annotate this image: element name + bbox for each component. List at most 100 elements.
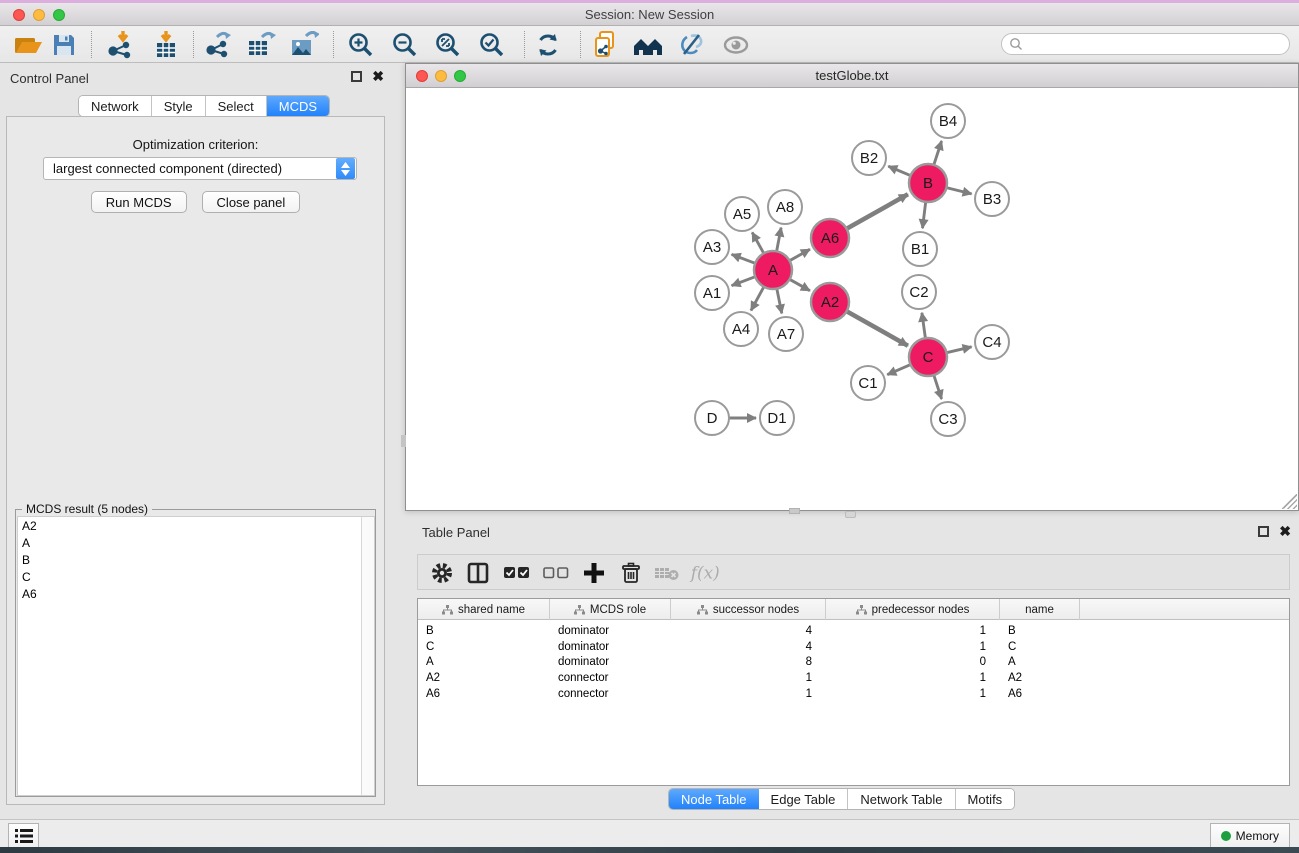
edge-A-A8[interactable] <box>777 228 782 252</box>
first-neighbors-icon[interactable] <box>631 29 665 60</box>
column-header-name[interactable]: name <box>1000 599 1080 620</box>
edge-B-B2[interactable] <box>888 166 910 175</box>
edge-A-A7[interactable] <box>777 289 782 314</box>
edge-C-C1[interactable] <box>887 365 910 375</box>
edge-A-A6[interactable] <box>790 249 810 260</box>
tab-network[interactable]: Network <box>79 96 152 116</box>
tab-edge-table[interactable]: Edge Table <box>759 789 849 809</box>
network-canvas[interactable]: AA1A2A3A4A5A6A7A8BB1B2B3B4CC1C2C3C4DD1 <box>406 89 1298 510</box>
minimize-window-button[interactable] <box>33 9 45 21</box>
edge-C-C3[interactable] <box>934 375 942 399</box>
node-C1[interactable]: C1 <box>851 366 885 400</box>
node-A6[interactable]: A6 <box>811 219 849 257</box>
search-input[interactable] <box>1023 35 1289 53</box>
edge-A-A2[interactable] <box>790 279 810 290</box>
close-panel-button[interactable]: Close panel <box>202 191 301 213</box>
node-C3[interactable]: C3 <box>931 402 965 436</box>
edge-A-A4[interactable] <box>751 287 764 311</box>
select-all-rows-icon[interactable] <box>501 558 533 588</box>
node-C4[interactable]: C4 <box>975 325 1009 359</box>
export-table-icon[interactable] <box>244 29 278 60</box>
split-table-view-icon[interactable] <box>462 558 494 588</box>
network-minimize-button[interactable] <box>435 70 447 82</box>
node-B3[interactable]: B3 <box>975 182 1009 216</box>
column-header-successor-nodes[interactable]: successor nodes <box>671 599 826 620</box>
close-table-panel-icon[interactable]: ✖ <box>1279 526 1291 537</box>
edge-B-B4[interactable] <box>934 141 942 165</box>
network-window-titlebar[interactable]: testGlobe.txt <box>406 64 1298 88</box>
tab-node-table[interactable]: Node Table <box>669 789 759 809</box>
node-D1[interactable]: D1 <box>760 401 794 435</box>
import-table-icon[interactable] <box>149 29 183 60</box>
list-scrollbar[interactable] <box>361 517 374 795</box>
node-table[interactable]: shared nameMCDS rolesuccessor nodesprede… <box>417 598 1290 786</box>
edge-A-A1[interactable] <box>732 277 756 286</box>
zoom-window-button[interactable] <box>53 9 65 21</box>
zoom-out-icon[interactable] <box>388 29 422 60</box>
edge-B-B1[interactable] <box>923 202 926 228</box>
table-row-A[interactable]: Adominator80A <box>418 654 1289 670</box>
tab-style[interactable]: Style <box>152 96 206 116</box>
split-pane-divider-handle[interactable] <box>845 511 856 518</box>
table-settings-gear-icon[interactable] <box>426 558 458 588</box>
zoom-in-icon[interactable] <box>344 29 378 60</box>
node-B2[interactable]: B2 <box>852 141 886 175</box>
node-A7[interactable]: A7 <box>769 317 803 351</box>
new-network-from-selection-icon[interactable] <box>588 29 622 60</box>
mcds-result-item[interactable]: A <box>18 534 374 551</box>
node-B1[interactable]: B1 <box>903 232 937 266</box>
mcds-result-item[interactable]: A2 <box>18 517 374 534</box>
edge-C-C2[interactable] <box>922 313 926 338</box>
node-A[interactable]: A <box>754 251 792 289</box>
network-graph[interactable]: AA1A2A3A4A5A6A7A8BB1B2B3B4CC1C2C3C4DD1 <box>406 89 1298 510</box>
tab-select[interactable]: Select <box>206 96 267 116</box>
tab-motifs[interactable]: Motifs <box>956 789 1015 809</box>
run-mcds-button[interactable]: Run MCDS <box>91 191 187 213</box>
table-row-A6[interactable]: A6connector11A6 <box>418 686 1289 702</box>
node-A3[interactable]: A3 <box>695 230 729 264</box>
edge-C-C4[interactable] <box>947 347 972 353</box>
save-session-icon[interactable] <box>47 29 81 60</box>
close-window-button[interactable] <box>13 9 25 21</box>
deselect-all-rows-icon[interactable] <box>540 558 572 588</box>
edge-B-B3[interactable] <box>946 188 971 194</box>
memory-button[interactable]: Memory <box>1210 823 1290 848</box>
optimization-criterion-dropdown[interactable]: largest connected component (directed) <box>43 157 357 180</box>
network-zoom-button[interactable] <box>454 70 466 82</box>
search-field[interactable] <box>1001 33 1290 55</box>
vertical-scrollbar-thumb[interactable] <box>401 435 406 447</box>
node-A5[interactable]: A5 <box>725 197 759 231</box>
delete-column-icon[interactable] <box>615 558 647 588</box>
tab-mcds[interactable]: MCDS <box>267 96 329 116</box>
hide-details-icon[interactable] <box>675 29 709 60</box>
network-view-window[interactable]: testGlobe.txt AA1A2A3A4A5A6A7A8BB1B2B3B4… <box>405 63 1299 511</box>
edge-A-A5[interactable] <box>752 232 764 253</box>
node-B[interactable]: B <box>909 164 947 202</box>
column-header-predecessor-nodes[interactable]: predecessor nodes <box>826 599 1000 620</box>
mcds-result-item[interactable]: C <box>18 569 374 586</box>
zoom-fit-icon[interactable] <box>431 29 465 60</box>
task-history-button[interactable] <box>8 823 39 848</box>
export-network-icon[interactable] <box>201 29 235 60</box>
edge-A2-C[interactable] <box>847 311 908 345</box>
tab-network-table[interactable]: Network Table <box>848 789 955 809</box>
node-A4[interactable]: A4 <box>724 312 758 346</box>
refresh-layout-icon[interactable] <box>531 29 565 60</box>
node-A2[interactable]: A2 <box>811 283 849 321</box>
float-table-panel-icon[interactable] <box>1258 526 1269 537</box>
edge-A-A3[interactable] <box>732 254 756 263</box>
horizontal-scrollbar-thumb[interactable] <box>789 508 800 514</box>
open-session-icon[interactable] <box>11 29 45 60</box>
network-close-button[interactable] <box>416 70 428 82</box>
create-column-icon[interactable] <box>578 558 610 588</box>
show-details-eye-icon[interactable] <box>719 29 753 60</box>
mcds-result-item[interactable]: A6 <box>18 586 374 603</box>
table-row-C[interactable]: Cdominator41C <box>418 639 1289 655</box>
edge-A6-B[interactable] <box>847 194 908 228</box>
export-image-icon[interactable] <box>287 29 321 60</box>
mcds-result-list[interactable]: A2ABCA6 <box>17 516 375 796</box>
table-row-B[interactable]: Bdominator41B <box>418 623 1289 639</box>
node-D[interactable]: D <box>695 401 729 435</box>
node-C[interactable]: C <box>909 338 947 376</box>
mcds-result-item[interactable]: B <box>18 551 374 568</box>
